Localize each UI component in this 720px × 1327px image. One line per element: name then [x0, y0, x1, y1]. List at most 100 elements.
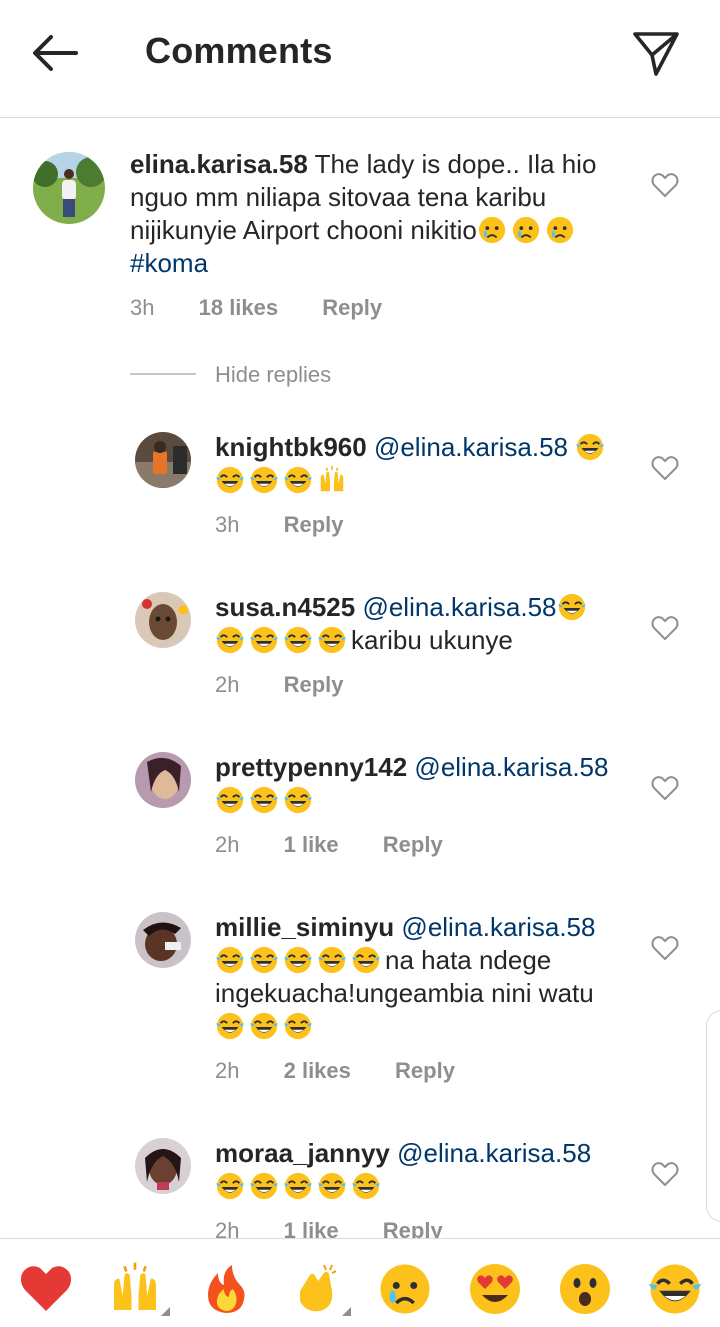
comment-username[interactable]: elina.karisa.58	[130, 149, 308, 179]
arrow-left-icon	[33, 35, 78, 71]
avatar[interactable]	[135, 1138, 191, 1194]
crying-face-icon	[477, 215, 507, 245]
likes-count[interactable]: 1 like	[284, 832, 339, 857]
tears-of-joy-icon	[249, 1011, 279, 1041]
comment-body-line3: nijikunyie Airport chooni nikitio	[130, 215, 477, 245]
reply-time: 3h	[215, 512, 240, 537]
reply-text: knightbk960 @elina.karisa.58	[215, 431, 635, 497]
raising-hands-icon	[317, 465, 347, 495]
long-press-indicator	[342, 1307, 351, 1316]
comment-text: elina.karisa.58 The lady is dope.. Ila h…	[130, 148, 630, 280]
heart-outline-icon	[651, 616, 679, 641]
emoji-surprised-button[interactable]	[557, 1261, 613, 1317]
reply-button[interactable]: Reply	[284, 512, 344, 537]
tears-of-joy-icon	[317, 625, 347, 655]
tears-of-joy-icon	[575, 432, 605, 462]
emoji-heart-eyes-button[interactable]	[467, 1261, 523, 1317]
like-button[interactable]	[651, 775, 679, 801]
reply-text: millie_siminyu @elina.karisa.58 na hata …	[215, 911, 655, 1043]
scroll-handle[interactable]	[706, 1010, 720, 1222]
tears-of-joy-icon	[249, 465, 279, 495]
mention-link[interactable]: @elina.karisa.58	[401, 912, 595, 942]
heart-outline-icon	[651, 776, 679, 801]
mention-link[interactable]: @elina.karisa.58	[362, 592, 556, 622]
crying-face-icon	[545, 215, 575, 245]
emoji-cry-button[interactable]	[377, 1261, 433, 1317]
tears-of-joy-icon	[283, 785, 313, 815]
tears-of-joy-icon	[351, 1171, 381, 1201]
reply-button[interactable]: Reply	[395, 1058, 455, 1083]
like-button[interactable]	[651, 935, 679, 961]
reply-text: susa.n4525 @elina.karisa.58 karibu ukuny…	[215, 591, 635, 657]
page-title: Comments	[145, 30, 333, 71]
avatar[interactable]	[135, 432, 191, 488]
tears-of-joy-icon	[317, 945, 347, 975]
reply-button[interactable]: Reply	[383, 832, 443, 857]
heart-outline-icon	[651, 456, 679, 481]
mention-link[interactable]: @elina.karisa.58	[414, 752, 608, 782]
emoji-raising-hands-button[interactable]	[107, 1261, 163, 1317]
reply-username[interactable]: millie_siminyu	[215, 912, 394, 942]
likes-count[interactable]: 18 likes	[199, 295, 279, 320]
hashtag-link[interactable]: #koma	[130, 248, 208, 278]
emoji-heart-button[interactable]	[18, 1261, 74, 1317]
likes-count[interactable]: 2 likes	[284, 1058, 351, 1083]
like-button[interactable]	[651, 1161, 679, 1187]
back-button[interactable]	[26, 28, 86, 78]
like-button[interactable]	[651, 615, 679, 641]
tears-of-joy-icon	[283, 1011, 313, 1041]
reply-username[interactable]: prettypenny142	[215, 752, 407, 782]
reply-username[interactable]: knightbk960	[215, 432, 367, 462]
reply-meta: 2h Reply	[215, 672, 382, 698]
tears-of-joy-icon	[215, 945, 245, 975]
tears-of-joy-icon	[249, 1171, 279, 1201]
surprised-face-icon	[560, 1264, 610, 1314]
long-press-indicator	[161, 1307, 170, 1316]
emoji-fire-button[interactable]	[198, 1261, 254, 1317]
avatar[interactable]	[135, 912, 191, 968]
avatar[interactable]	[135, 752, 191, 808]
share-button[interactable]	[628, 26, 684, 82]
comment-body-line2: nguo mm niliapa sitovaa tena karibu	[130, 182, 547, 212]
crying-face-icon	[377, 1261, 433, 1317]
heart-eyes-icon	[470, 1264, 520, 1314]
tears-of-joy-icon	[283, 945, 313, 975]
mention-link[interactable]: @elina.karisa.58	[397, 1138, 591, 1168]
tears-of-joy-icon	[215, 1171, 245, 1201]
reply-text: moraa_jannyy @elina.karisa.58	[215, 1137, 635, 1203]
tears-of-joy-icon	[647, 1261, 703, 1317]
heart-outline-icon	[651, 1162, 679, 1187]
tears-of-joy-icon	[351, 945, 381, 975]
reply-username[interactable]: susa.n4525	[215, 592, 355, 622]
tears-of-joy-icon	[249, 945, 279, 975]
reply-button[interactable]: Reply	[322, 295, 382, 320]
clapping-hands-icon	[300, 1264, 337, 1312]
heart-outline-icon	[651, 173, 679, 198]
header-bar: Comments	[0, 0, 720, 118]
red-heart-icon	[20, 1266, 72, 1311]
emoji-joy-button[interactable]	[647, 1261, 703, 1317]
emoji-clap-button[interactable]	[288, 1261, 344, 1317]
reply-time: 2h	[215, 832, 240, 857]
avatar[interactable]	[135, 592, 191, 648]
avatar[interactable]	[33, 152, 105, 224]
tears-of-joy-icon	[249, 785, 279, 815]
hide-replies-button[interactable]: Hide replies	[215, 362, 331, 388]
reply-body: karibu ukunye	[351, 625, 513, 655]
tears-of-joy-icon	[557, 592, 587, 622]
like-button[interactable]	[651, 172, 679, 198]
tears-of-joy-icon	[215, 465, 245, 495]
reply-body-line2: ingekuacha!ungeambia nini watu	[215, 978, 594, 1008]
comment-body-line1: The lady is dope.. Ila hio	[314, 149, 597, 179]
like-button[interactable]	[651, 455, 679, 481]
mention-link[interactable]: @elina.karisa.58	[374, 432, 568, 462]
tears-of-joy-icon	[215, 1011, 245, 1041]
tears-of-joy-icon	[283, 1171, 313, 1201]
reply-meta: 2h 2 likes Reply	[215, 1058, 493, 1084]
reply-button[interactable]: Reply	[284, 672, 344, 697]
paper-plane-icon	[633, 32, 679, 76]
fire-icon	[208, 1265, 245, 1313]
reply-time: 2h	[215, 1058, 240, 1083]
raising-hands-icon	[107, 1261, 163, 1317]
reply-username[interactable]: moraa_jannyy	[215, 1138, 390, 1168]
